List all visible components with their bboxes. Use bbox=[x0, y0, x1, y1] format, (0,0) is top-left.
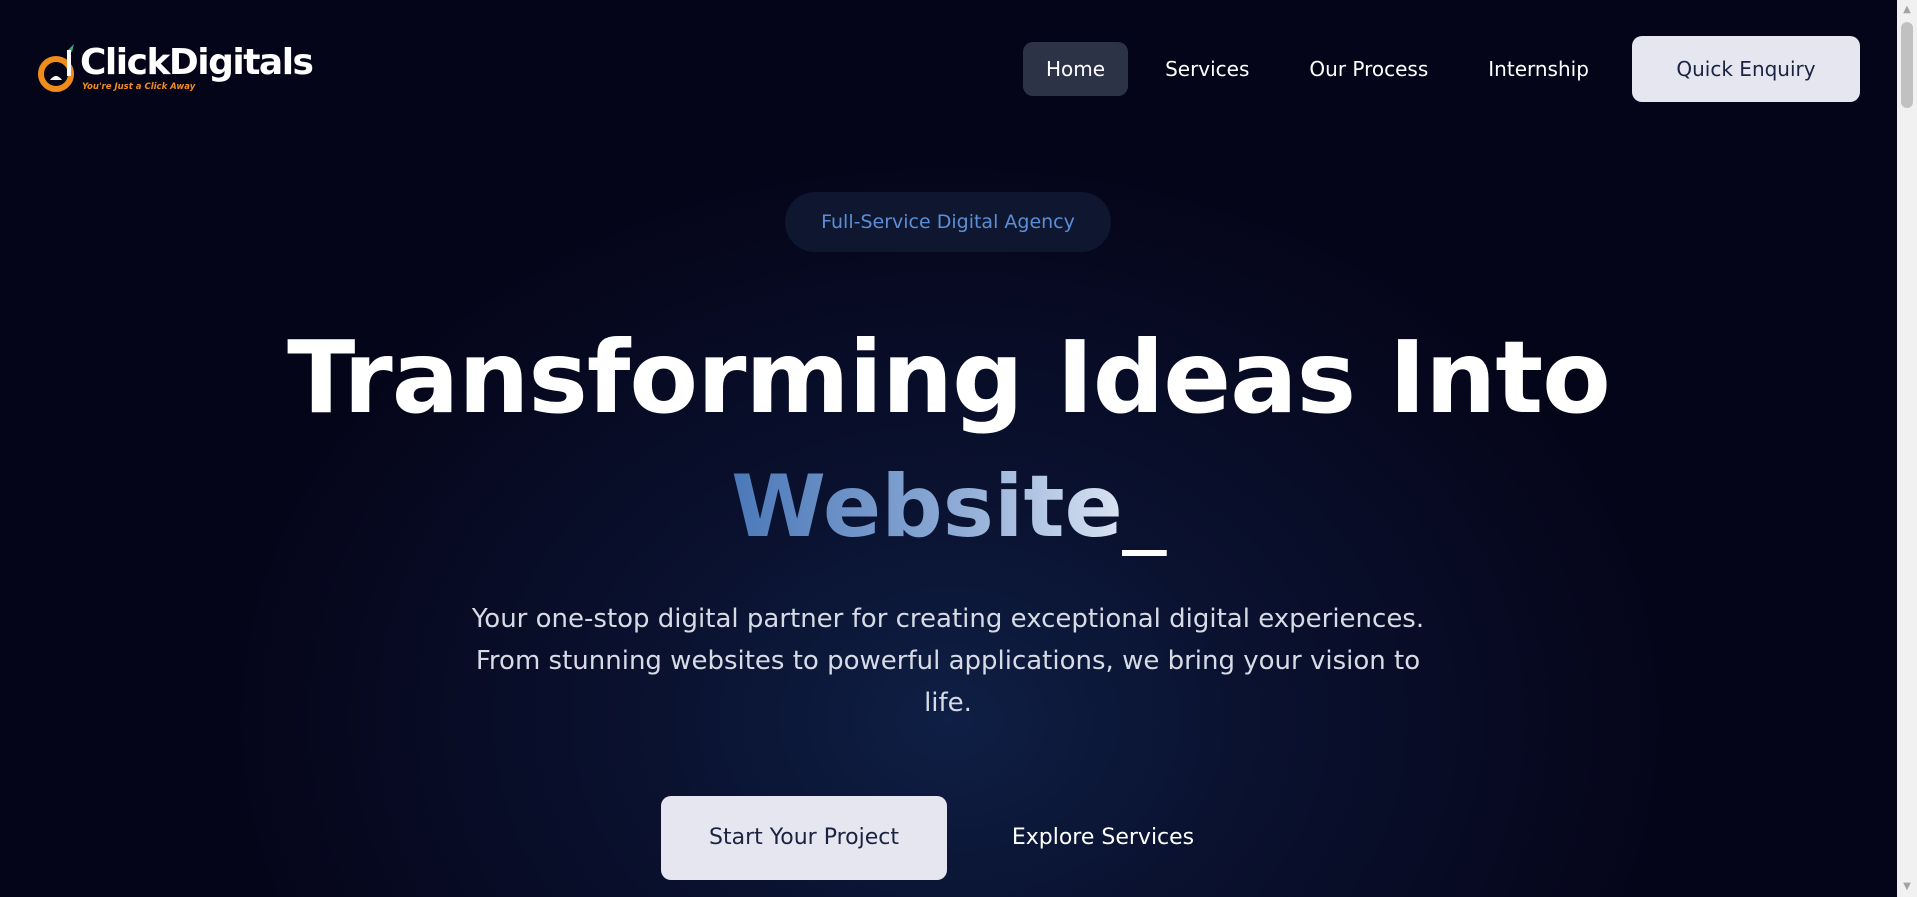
agency-badge: Full-Service Digital Agency bbox=[785, 192, 1111, 252]
nav-item-home[interactable]: Home bbox=[1023, 42, 1129, 96]
typing-cursor: _ bbox=[1122, 457, 1166, 557]
start-project-button[interactable]: Start Your Project bbox=[661, 796, 947, 880]
page-scrollbar[interactable]: ▲ ▼ bbox=[1897, 0, 1917, 897]
nav-item-services[interactable]: Services bbox=[1142, 42, 1272, 96]
nav-item-internship[interactable]: Internship bbox=[1465, 42, 1612, 96]
arrow-up-icon[interactable]: ▲ bbox=[1897, 0, 1917, 20]
hero-subtitle: Your one-stop digital partner for creati… bbox=[471, 604, 1425, 718]
clickdigitals-logo-icon bbox=[38, 44, 74, 92]
brand-name: ClickDigitals bbox=[80, 42, 314, 83]
brand-tagline: You're Just a Click Away bbox=[82, 82, 196, 92]
nav-item-our-process[interactable]: Our Process bbox=[1286, 42, 1451, 96]
main-nav: Home Services Our Process Internship bbox=[1023, 42, 1626, 96]
scrollbar-thumb[interactable] bbox=[1901, 22, 1913, 108]
quick-enquiry-button[interactable]: Quick Enquiry bbox=[1632, 36, 1860, 102]
arrow-down-icon[interactable]: ▼ bbox=[1897, 877, 1917, 897]
site-header: ClickDigitals You're Just a Click Away H… bbox=[0, 0, 1897, 140]
brand-logo[interactable]: ClickDigitals You're Just a Click Away bbox=[36, 40, 314, 100]
explore-services-button[interactable]: Explore Services bbox=[978, 796, 1228, 880]
hero-headline: Transforming Ideas Into bbox=[287, 319, 1611, 436]
hero-typed-word: Website bbox=[731, 457, 1123, 557]
page: ClickDigitals You're Just a Click Away H… bbox=[0, 0, 1917, 897]
hero-typed-line: Website_ bbox=[0, 452, 1897, 562]
